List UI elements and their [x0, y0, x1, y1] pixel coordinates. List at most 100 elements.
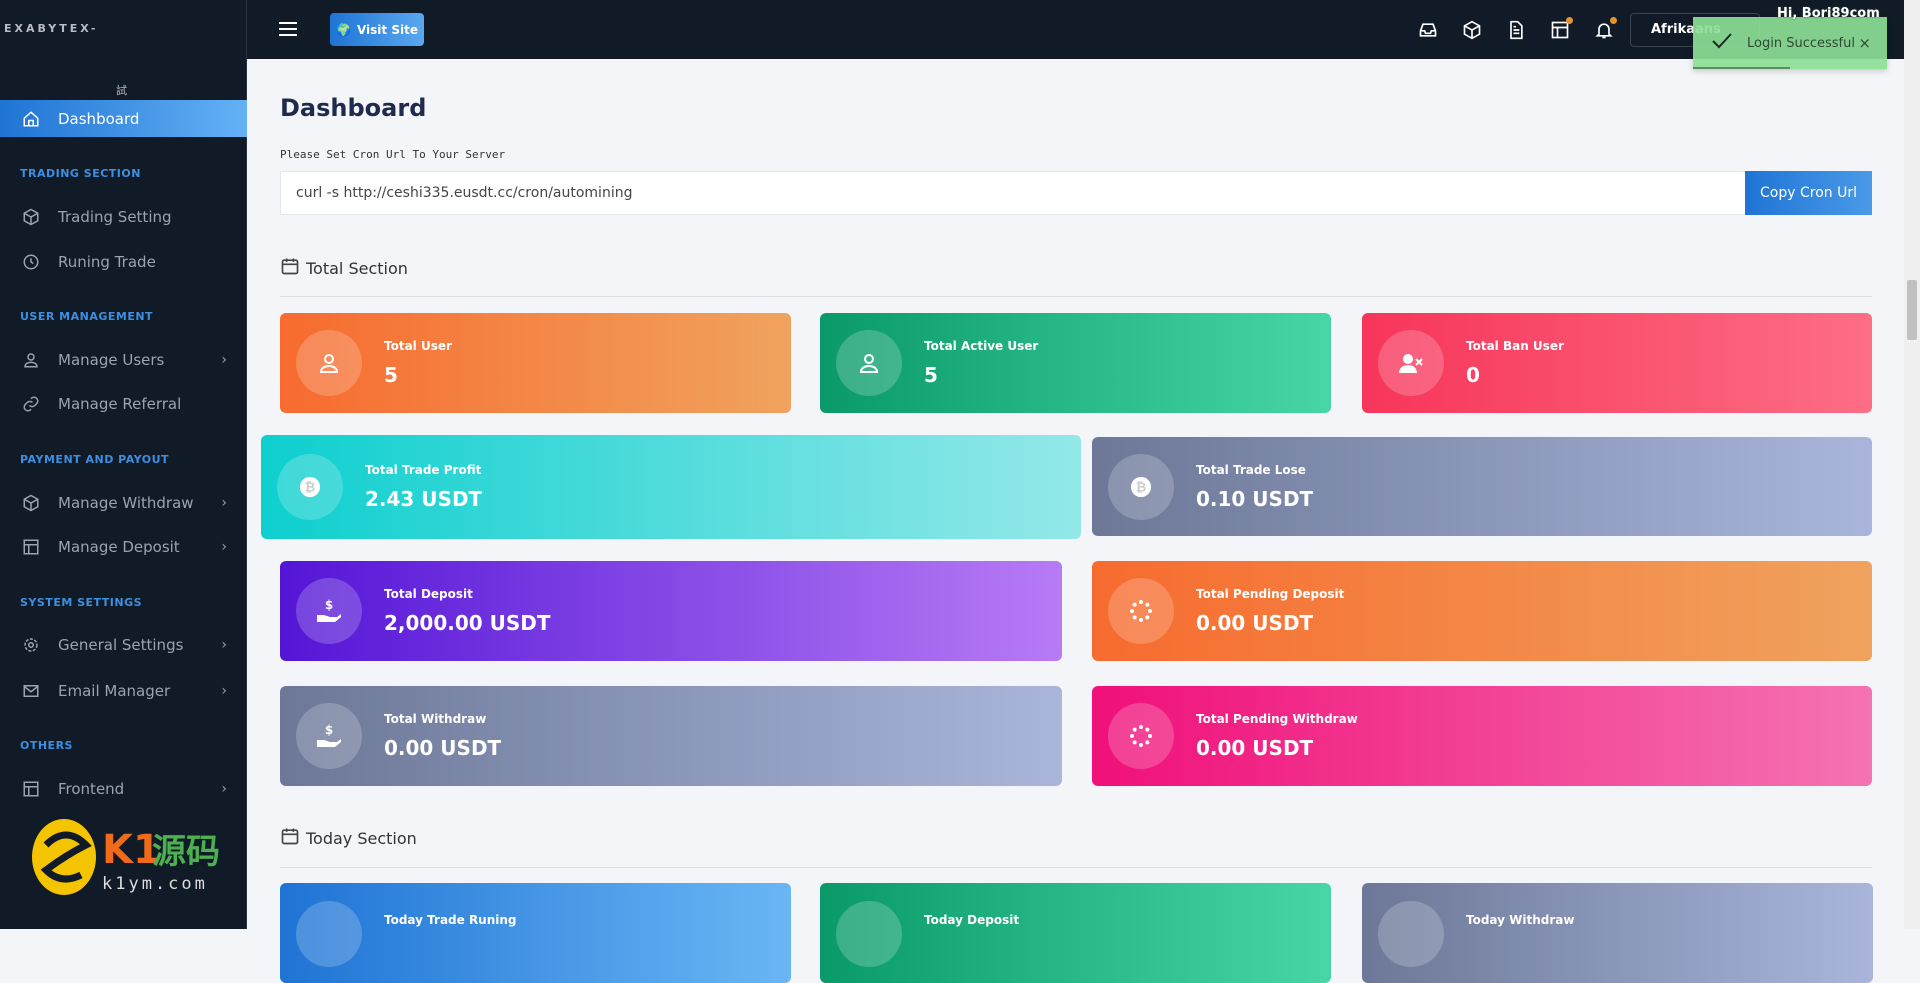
sidebar-item-label: General Settings — [58, 636, 184, 654]
stat-card: Total Pending Deposit 0.00 USDT — [1092, 561, 1872, 661]
chevron-right-icon: › — [221, 352, 227, 368]
cron-url-input[interactable] — [280, 171, 1745, 215]
sidebar-item-label: Dashboard — [58, 109, 140, 128]
user-icon — [22, 351, 40, 369]
home-icon — [22, 110, 40, 128]
sidebar-item-manage-users[interactable]: Manage Users › — [0, 342, 247, 378]
sidebar-item-email-manager[interactable]: Email Manager › — [0, 673, 247, 709]
table-icon — [22, 780, 40, 798]
sidebar: EXABYTEX- 試 Dashboard TRADING SECTION Tr… — [0, 0, 247, 929]
stat-value: 0.10 USDT — [1196, 486, 1314, 511]
table-icon[interactable] — [1550, 17, 1573, 40]
spinner-icon — [1108, 578, 1174, 644]
calendar-icon — [280, 826, 300, 850]
hand-dollar-icon — [836, 901, 902, 967]
sidebar-item-label: Manage Referral — [58, 395, 182, 413]
sidebar-item-runing-trade[interactable]: Runing Trade — [0, 244, 247, 280]
stat-value: 0.00 USDT — [384, 736, 502, 760]
stat-label: Total Pending Deposit — [1196, 587, 1345, 601]
stat-value: 2.43 USDT — [365, 487, 483, 511]
sidebar-item-label: Email Manager — [58, 682, 171, 700]
notification-dot — [1566, 17, 1573, 24]
sidebar-item-frontend[interactable]: Frontend › — [0, 771, 247, 807]
stat-label: Total Deposit — [384, 587, 473, 601]
sidebar-item-manage-referral[interactable]: Manage Referral — [0, 386, 247, 422]
section-trading: TRADING SECTION — [20, 167, 141, 180]
stat-card: Total Ban User 0 — [1362, 313, 1872, 413]
cube-icon[interactable] — [1462, 20, 1482, 40]
bitcoin-icon: ₿ — [1108, 453, 1174, 520]
sidebar-item-trading-setting[interactable]: Trading Setting — [0, 199, 247, 235]
sidebar-item-dashboard[interactable]: Dashboard — [0, 100, 247, 137]
stat-label: Today Deposit — [924, 913, 1020, 927]
copy-cron-url-button[interactable]: Copy Cron Url — [1745, 171, 1872, 215]
section-user-management: USER MANAGEMENT — [20, 310, 154, 323]
today-stat-card: Today Trade Runing — [280, 883, 791, 983]
gear-icon — [22, 636, 40, 654]
brand-logo[interactable]: EXABYTEX- — [4, 22, 98, 35]
svg-text:₿: ₿ — [305, 481, 315, 496]
divider — [280, 867, 1872, 868]
scrollbar-thumb[interactable] — [1907, 280, 1917, 340]
stat-card: Total User 5 — [280, 313, 791, 413]
stat-value: 5 — [924, 363, 938, 387]
total-section-heading: Total Section — [280, 256, 408, 280]
stat-value: 0 — [1466, 363, 1480, 387]
toast-notification: Login Successful × — [1693, 17, 1887, 69]
visit-site-label: Visit Site — [356, 22, 418, 37]
cron-label: Please Set Cron Url To Your Server — [280, 148, 506, 161]
sidebar-item-manage-withdraw[interactable]: Manage Withdraw › — [0, 485, 247, 521]
svg-text:源码: 源码 — [152, 832, 220, 872]
mail-icon — [22, 682, 40, 700]
scrollbar[interactable] — [1904, 0, 1920, 929]
page-title: Dashboard — [280, 94, 427, 122]
sidebar-item-manage-deposit[interactable]: Manage Deposit › — [0, 529, 247, 565]
svg-text:k1ym.com: k1ym.com — [102, 874, 208, 894]
stat-label: Total Trade Profit — [365, 463, 482, 477]
inbox-icon[interactable] — [1418, 20, 1438, 40]
stat-label: Total Active User — [924, 339, 1039, 353]
stat-card: ₿ Total Trade Lose 0.10 USDT — [1092, 437, 1872, 536]
money-icon — [296, 901, 362, 967]
sidebar-item-label: Trading Setting — [58, 208, 172, 226]
check-icon — [1711, 32, 1733, 54]
chevron-right-icon: › — [221, 637, 227, 653]
toast-message: Login Successful — [1747, 35, 1855, 51]
toast-progress — [1693, 67, 1790, 69]
sidebar-item-label: Manage Users — [58, 351, 165, 369]
user-menu[interactable]: Hi, Bori89com — [1777, 6, 1880, 21]
document-icon[interactable] — [1506, 20, 1526, 40]
section-payment: PAYMENT AND PAYOUT — [20, 453, 170, 466]
chevron-right-icon: › — [221, 539, 227, 555]
stat-card: $ Total Deposit 2,000.00 USDT — [280, 561, 1062, 661]
section-title: Total Section — [306, 258, 408, 278]
stat-label: Total Ban User — [1466, 339, 1564, 353]
svg-text:$: $ — [325, 723, 333, 737]
spinner-icon — [1108, 703, 1174, 769]
sidebar-item-label: Manage Withdraw — [58, 494, 194, 512]
stat-label: Today Withdraw — [1466, 913, 1575, 927]
stat-label: Total Pending Withdraw — [1196, 712, 1358, 726]
section-title: Today Section — [306, 828, 417, 848]
table-icon — [22, 538, 40, 556]
watermark-logo: K1 源码 k1ym.com — [26, 815, 226, 899]
chevron-right-icon: › — [221, 683, 227, 699]
today-stat-card: Today Withdraw — [1362, 883, 1873, 983]
menu-toggle-icon[interactable] — [279, 22, 297, 36]
calendar-icon — [280, 256, 300, 280]
stat-label: Total User — [384, 339, 452, 353]
cube-icon — [22, 494, 40, 512]
stat-value: 0.00 USDT — [1196, 611, 1314, 635]
today-section-heading: Today Section — [280, 826, 417, 850]
sidebar-item-general-settings[interactable]: General Settings › — [0, 627, 247, 663]
sidebar-item-label: Manage Deposit — [58, 538, 180, 556]
sidebar-item-label: Runing Trade — [58, 253, 156, 271]
chevron-right-icon: › — [221, 781, 227, 797]
stat-value: 5 — [384, 363, 398, 387]
bell-icon[interactable] — [1594, 17, 1617, 40]
visit-site-button[interactable]: 🌍 Visit Site — [330, 13, 424, 46]
stat-card: $ Total Withdraw 0.00 USDT — [280, 686, 1062, 786]
svg-text:₿: ₿ — [1136, 480, 1146, 495]
bitcoin-icon: ₿ — [277, 454, 343, 520]
close-icon[interactable]: × — [1858, 34, 1871, 52]
